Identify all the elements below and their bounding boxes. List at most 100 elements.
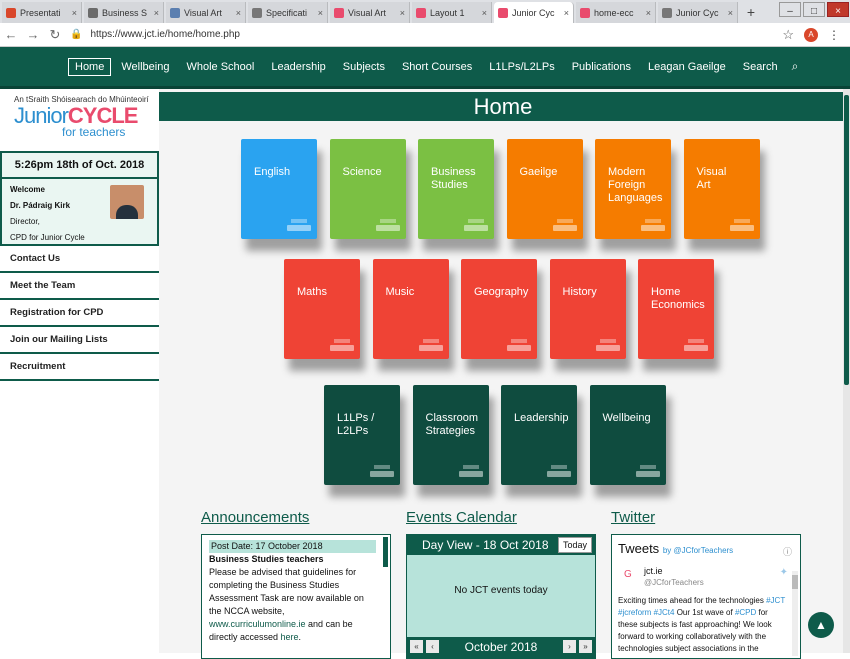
page-title: Home xyxy=(159,92,847,121)
maximize-icon[interactable]: □ xyxy=(803,2,825,17)
g-icon xyxy=(416,7,426,18)
subject-book-label: English xyxy=(254,166,291,178)
subject-book-l1lps-l2lps[interactable]: L1LPs / L2LPs xyxy=(324,385,400,485)
close-tab-icon[interactable]: × xyxy=(728,8,733,18)
subject-book-modern-foreign-languages[interactable]: Modern Foreign Languages xyxy=(595,139,671,239)
director-photo xyxy=(110,185,144,219)
close-tab-icon[interactable]: × xyxy=(482,8,487,18)
forward-icon[interactable]: → xyxy=(22,27,44,42)
scroll-to-top-button[interactable]: ▲ xyxy=(808,612,834,638)
subject-book-maths[interactable]: Maths xyxy=(284,259,360,359)
junior-cycle-mini-logo xyxy=(552,219,577,231)
back-icon[interactable]: ← xyxy=(0,27,22,42)
nav-item-l1lps-l2lps[interactable]: L1LPs/L2LPs xyxy=(482,58,561,76)
sidebar-link-meet-the-team[interactable]: Meet the Team xyxy=(0,273,159,300)
subject-book-classroom-strategies[interactable]: Classroom Strategies xyxy=(412,385,489,485)
sidebar-link-contact-us[interactable]: Contact Us xyxy=(0,246,159,273)
info-icon[interactable]: ⓘ xyxy=(783,545,792,558)
new-tab-icon[interactable]: + xyxy=(741,2,761,23)
nav-item-home[interactable]: Home xyxy=(68,57,112,76)
welcome-panel: Welcome Dr. Pádraig Kirk Director, CPD f… xyxy=(0,179,159,246)
sidebar: An tSraith Shóisearach do Mhúinteoirí Ju… xyxy=(0,89,159,653)
page-scrollbar[interactable] xyxy=(843,89,850,653)
nav-item-search[interactable]: Search xyxy=(736,58,785,76)
subject-book-science[interactable]: Science xyxy=(329,139,406,239)
browser-tab[interactable]: Layout 1 × xyxy=(412,2,492,23)
browser-tab[interactable]: Business S × xyxy=(84,2,164,23)
events-calendar-heading[interactable]: Events Calendar xyxy=(406,509,517,526)
nav-item-publications[interactable]: Publications xyxy=(565,58,638,76)
browser-tab[interactable]: Visual Art × xyxy=(166,2,246,23)
subject-book-visual-art[interactable]: Visual Art xyxy=(683,139,760,239)
minimize-icon[interactable]: – xyxy=(779,2,801,17)
nav-item-wellbeing[interactable]: Wellbeing xyxy=(114,58,176,76)
subject-book-music[interactable]: Music xyxy=(372,259,449,359)
close-tab-icon[interactable]: × xyxy=(400,8,405,18)
subject-book-business-studies[interactable]: Business Studies xyxy=(418,139,494,239)
subject-book-geography[interactable]: Geography xyxy=(461,259,537,359)
junior-cycle-logo[interactable]: An tSraith Shóisearach do Mhúinteoirí Ju… xyxy=(0,89,159,151)
prev-year-button[interactable]: « xyxy=(410,640,423,653)
g-icon xyxy=(498,7,508,18)
browser-tab[interactable]: Visual Art × xyxy=(330,2,410,23)
logo-subtitle: for teachers xyxy=(62,125,126,139)
tweet-item[interactable]: G ✦ jct.ie @JCforTeachers Exciting times… xyxy=(618,565,788,655)
twitter-bird-icon: ✦ xyxy=(779,567,788,578)
url-field[interactable]: https://www.jct.ie/home/home.php xyxy=(90,29,782,40)
here-link[interactable]: here xyxy=(281,632,299,642)
close-tab-icon[interactable]: × xyxy=(72,8,77,18)
nav-item-whole-school[interactable]: Whole School xyxy=(179,58,261,76)
next-year-button[interactable]: » xyxy=(579,640,592,653)
browser-tab[interactable]: Presentati × xyxy=(2,2,82,23)
subject-book-home-economics[interactable]: Home Economics xyxy=(638,259,714,359)
sidebar-link-recruitment[interactable]: Recruitment xyxy=(0,354,159,381)
twitter-scrollbar[interactable] xyxy=(792,571,798,656)
gmail-icon xyxy=(6,7,16,18)
close-window-icon[interactable]: × xyxy=(827,2,849,17)
lock-icon: 🔒 xyxy=(70,29,83,40)
nav-item-leagan-gaeilge[interactable]: Leagan Gaeilge xyxy=(641,58,733,76)
browser-address-bar: ← → ↻ 🔒 https://www.jct.ie/home/home.php… xyxy=(0,23,850,47)
subject-book-gaeilge[interactable]: Gaeilge xyxy=(506,139,583,239)
sidebar-link-join-our-mailing-lists[interactable]: Join our Mailing Lists xyxy=(0,327,159,354)
nav-item-leadership[interactable]: Leadership xyxy=(264,58,332,76)
curriculum-link[interactable]: www.curriculumonline.ie xyxy=(209,619,306,629)
tweet-account: jct.ie xyxy=(644,566,663,576)
subject-book-label: L1LPs / L2LPs xyxy=(337,412,375,437)
subject-book-label: Geography xyxy=(474,286,529,298)
browser-tab[interactable]: home-ecc × xyxy=(576,2,656,23)
nav-item-short-courses[interactable]: Short Courses xyxy=(395,58,479,76)
subject-book-wellbeing[interactable]: Wellbeing xyxy=(589,385,666,485)
tweets-by-link[interactable]: by @JCforTeachers xyxy=(663,546,733,555)
close-tab-icon[interactable]: × xyxy=(236,8,241,18)
subject-book-history[interactable]: History xyxy=(549,259,626,359)
browser-tab-label: Layout 1 xyxy=(430,7,465,18)
profile-avatar[interactable]: A xyxy=(804,27,818,42)
next-month-button[interactable]: › xyxy=(563,640,576,653)
prev-month-button[interactable]: ‹ xyxy=(426,640,439,653)
subject-book-leadership[interactable]: Leadership xyxy=(501,385,577,485)
nav-item-subjects[interactable]: Subjects xyxy=(336,58,392,76)
browser-tab[interactable]: Junior Cyc × xyxy=(658,2,738,23)
today-button[interactable]: Today xyxy=(557,537,592,553)
browser-tab[interactable]: Specificati × xyxy=(248,2,328,23)
site-navigation: Home Wellbeing Whole School Leadership Subje… xyxy=(0,47,850,89)
tweets-header: Tweets by @JCforTeachers xyxy=(618,541,734,556)
subject-book-english[interactable]: English xyxy=(241,139,317,239)
junior-cycle-mini-logo xyxy=(641,219,665,231)
browser-menu-icon[interactable]: ⋮ xyxy=(828,28,840,42)
close-tab-icon[interactable]: × xyxy=(318,8,323,18)
browser-tab-label: Junior Cyc xyxy=(512,7,555,18)
browser-tab[interactable]: Junior Cyc × xyxy=(494,2,574,23)
close-tab-icon[interactable]: × xyxy=(154,8,159,18)
twitter-heading[interactable]: Twitter xyxy=(611,509,655,526)
announcements-scrollbar[interactable] xyxy=(383,537,388,567)
announcements-heading[interactable]: Announcements xyxy=(201,509,309,526)
reload-icon[interactable]: ↻ xyxy=(44,27,66,43)
sidebar-links: Contact Us Meet the Team Registration for … xyxy=(0,246,159,381)
bookmark-star-icon[interactable]: ☆ xyxy=(782,27,794,43)
sidebar-link-registration-for-cpd[interactable]: Registration for CPD xyxy=(0,300,159,327)
close-tab-icon[interactable]: × xyxy=(646,8,651,18)
search-icon[interactable]: ⌕ xyxy=(792,59,799,74)
close-tab-icon[interactable]: × xyxy=(564,8,569,18)
